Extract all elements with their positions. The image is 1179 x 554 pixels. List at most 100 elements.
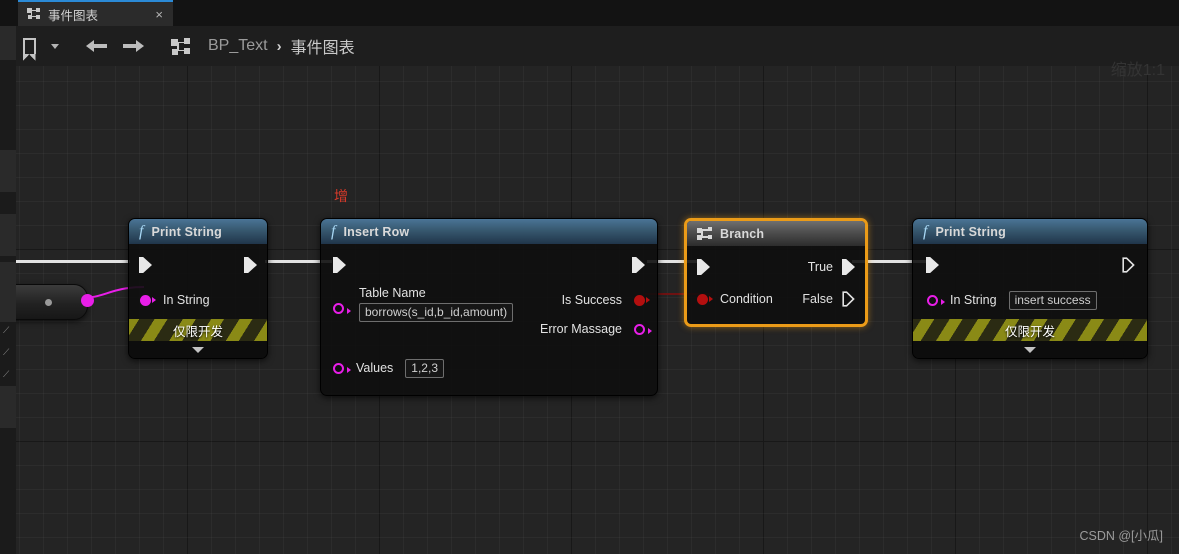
development-only-bar: 仅限开发 [913, 319, 1147, 341]
exec-row [913, 250, 1147, 280]
is-success-label: Is Success [561, 293, 622, 307]
in-string-input[interactable]: insert success [1008, 290, 1097, 310]
table-name-pin[interactable] [333, 303, 351, 314]
exec-output-pin[interactable] [632, 257, 645, 273]
node-title: Branch [720, 226, 765, 241]
function-icon: f [139, 222, 144, 240]
tab-label: 事件图表 [48, 8, 99, 23]
bookmark-icon [22, 38, 36, 61]
in-string-row: In String insert success [913, 289, 1147, 311]
error-message-pin[interactable] [634, 323, 652, 335]
node-header: f Print String [129, 219, 267, 244]
node-print-string-1[interactable]: f Print String In String 仅限开发 [128, 218, 268, 359]
exec-output-pin[interactable] [244, 257, 257, 273]
breadcrumb-root[interactable]: BP_Text [208, 37, 268, 55]
node-expander[interactable] [129, 341, 267, 358]
exec-row [321, 250, 657, 280]
development-only-label: 仅限开发 [1004, 324, 1055, 339]
node-body: In String insert success [913, 244, 1147, 319]
true-label: True [807, 260, 833, 274]
node-title: Insert Row [343, 224, 410, 239]
graph-icon [27, 8, 41, 20]
tab-bar: 事件图表 × [0, 0, 1179, 26]
left-rail: ⟋ ⟋ ⟋ [0, 26, 16, 554]
chevron-down-icon [192, 346, 204, 353]
node-insert-row[interactable]: f Insert Row Table Name borrows(s_id,b_i… [320, 218, 658, 396]
graph-icon [171, 37, 191, 55]
node-title: Print String [151, 224, 222, 239]
node-print-string-2[interactable]: f Print String In String insert success … [912, 218, 1148, 359]
blueprint-editor-window: 增 f Print String In String 仅限开发 f Insert… [0, 0, 1179, 554]
in-string-row: In String [129, 289, 267, 311]
navigate-back-button[interactable] [80, 31, 114, 61]
rail-segment-1[interactable] [0, 26, 16, 60]
false-exec-pin[interactable] [842, 291, 855, 307]
table-name-input[interactable]: borrows(s_id,b_id,amount) [359, 303, 514, 322]
node-expander[interactable] [913, 341, 1147, 358]
values-label: Values [356, 361, 394, 375]
table-name-label: Table Name [359, 286, 426, 300]
navigate-forward-button[interactable] [116, 31, 150, 61]
rail-resize-handle-3[interactable]: ⟋ [3, 370, 11, 379]
exec-row [129, 250, 267, 280]
graph-annotation: 增 [334, 189, 348, 205]
values-input[interactable]: 1,2,3 [405, 358, 444, 378]
graph-type-button[interactable] [166, 31, 196, 61]
exec-input-pin[interactable] [926, 257, 939, 273]
branch-icon [697, 226, 712, 241]
values-row: Values 1,2,3 [321, 357, 657, 379]
chevron-down-icon [1024, 346, 1036, 353]
breadcrumb-current[interactable]: 事件图表 [291, 34, 355, 58]
rail-segment-5[interactable] [0, 386, 16, 428]
in-string-label: In String [950, 293, 997, 307]
node-body: In String [129, 244, 267, 319]
rail-segment-4[interactable] [0, 262, 16, 322]
function-icon: f [923, 222, 928, 240]
in-string-label: In String [163, 293, 210, 307]
close-icon[interactable]: × [153, 8, 165, 21]
node-body: Table Name borrows(s_id,b_id,amount) Is … [321, 244, 657, 395]
breadcrumb-separator-icon: › [276, 37, 282, 55]
stub-marker-dot [45, 299, 52, 306]
node-header: f Insert Row [321, 219, 657, 244]
stub-output-pin[interactable] [81, 294, 94, 307]
development-only-bar: 仅限开发 [129, 319, 267, 341]
in-string-pin[interactable] [140, 294, 156, 306]
exec-input-pin[interactable] [333, 257, 346, 273]
values-pin[interactable] [333, 362, 351, 374]
node-header: f Print String [913, 219, 1147, 244]
bookmark-button[interactable] [14, 31, 44, 61]
node-body: True Condition False [687, 246, 865, 324]
rail-segment-2[interactable] [0, 150, 16, 192]
exec-input-pin[interactable] [139, 257, 152, 273]
breadcrumb: BP_Text › 事件图表 [208, 34, 355, 58]
function-icon: f [331, 222, 336, 240]
exec-input-pin[interactable] [697, 259, 710, 275]
graph-toolbar: BP_Text › 事件图表 缩放1:1 [0, 26, 1179, 79]
wire-exec-stub-to-print1 [0, 260, 130, 263]
forward-arrow-icon [122, 38, 144, 54]
condition-pin[interactable] [697, 293, 713, 305]
node-branch[interactable]: Branch True Condition False [684, 218, 868, 327]
exec-row: True [687, 252, 865, 282]
rail-resize-handle-1[interactable]: ⟋ [3, 326, 11, 335]
event-graph-canvas[interactable]: 增 f Print String In String 仅限开发 f Insert… [0, 66, 1179, 554]
node-header: Branch [687, 221, 865, 246]
back-arrow-icon [86, 38, 108, 54]
rail-segment-3[interactable] [0, 214, 16, 256]
bookmark-dropdown-button[interactable] [46, 31, 64, 61]
tab-event-graph[interactable]: 事件图表 × [18, 0, 173, 26]
condition-label: Condition [720, 292, 773, 306]
false-label: False [802, 292, 833, 306]
watermark: CSDN @[小瓜] [1079, 529, 1163, 543]
exec-output-pin[interactable] [1122, 257, 1135, 273]
zoom-level-label: 缩放1:1 [1110, 62, 1165, 79]
is-success-pin[interactable] [634, 294, 650, 306]
node-title: Print String [935, 224, 1006, 239]
in-string-pin[interactable] [927, 294, 945, 306]
error-message-label: Error Massage [540, 322, 622, 336]
rail-resize-handle-2[interactable]: ⟋ [3, 348, 11, 357]
condition-row: Condition False [687, 286, 865, 312]
chevron-down-icon [51, 43, 59, 49]
true-exec-pin[interactable] [842, 259, 855, 275]
